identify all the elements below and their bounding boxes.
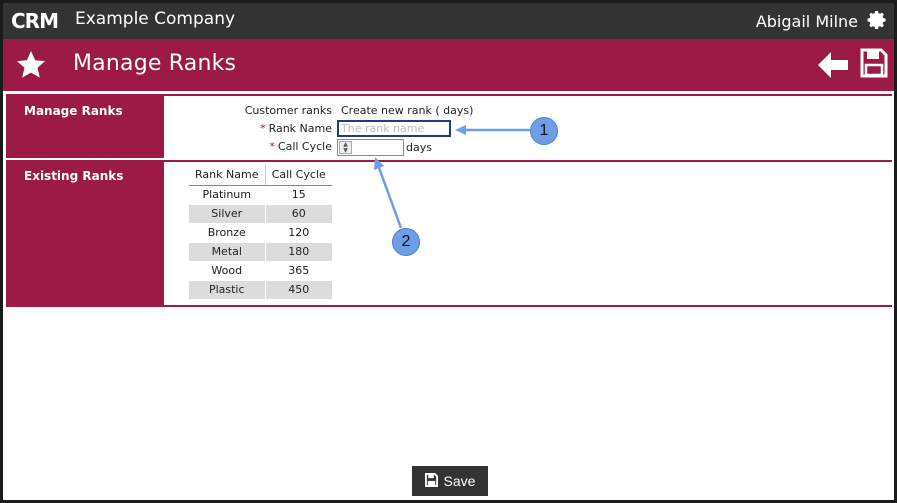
arrow-head-1 [455, 125, 466, 135]
arrow-line-2 [376, 164, 403, 229]
annotation-arrows [374, 125, 530, 229]
callout-badge-1: 1 [530, 117, 558, 145]
callout-badge-2: 2 [392, 228, 420, 256]
save-label: Save [443, 473, 476, 489]
save-button[interactable]: Save [412, 466, 488, 496]
save-icon [424, 472, 438, 490]
